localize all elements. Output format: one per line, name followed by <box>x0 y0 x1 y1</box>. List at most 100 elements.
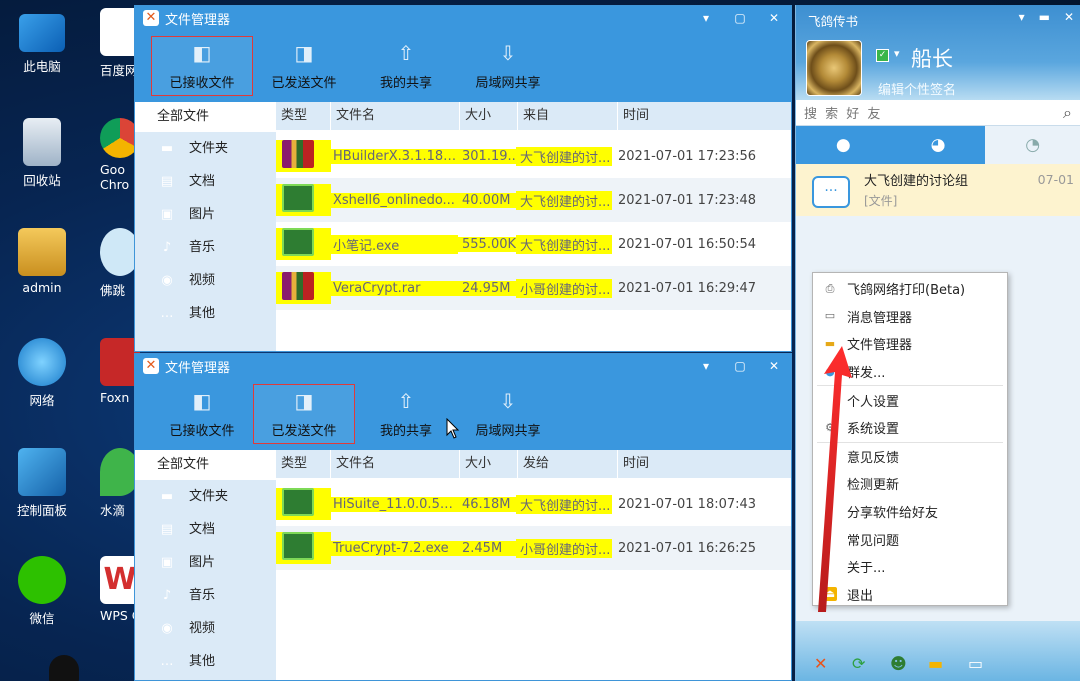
menu-item-exit[interactable]: ⏏ 退出 <box>813 581 1007 609</box>
add-contact-icon[interactable]: ☻ <box>890 654 907 673</box>
sidebar-item-video[interactable]: ◉ 视频 <box>135 612 276 645</box>
sidebar-item-all-files[interactable]: 全部文件 <box>135 450 276 480</box>
menu-item-network-print[interactable]: ⎙ 飞鸽网络打印(Beta) <box>813 275 1007 303</box>
mouse-cursor-icon <box>446 418 460 439</box>
column-header-type[interactable]: 类型 <box>276 102 331 130</box>
minimize-icon[interactable]: ▾ <box>689 11 723 25</box>
table-row[interactable]: 小笔记.exe 555.00K 大飞创建的讨... 2021-07-01 16:… <box>276 222 791 266</box>
avatar[interactable] <box>806 40 862 96</box>
folder-icon[interactable]: ▬ <box>928 654 943 673</box>
gear-icon: ⚙ <box>825 420 835 434</box>
maximize-icon[interactable]: ▢ <box>723 359 757 373</box>
signature-field[interactable]: 编辑个性签名 <box>878 79 956 98</box>
sidebar-item-music[interactable]: ♪ 音乐 <box>135 579 276 612</box>
column-header-from[interactable]: 来自 <box>518 102 618 130</box>
main-menu-icon[interactable]: ✕ <box>814 654 827 673</box>
search-icon[interactable]: ⌕ <box>1063 103 1072 123</box>
received-files-button[interactable]: ◧ 已接收文件 <box>151 384 253 444</box>
minimize-icon[interactable]: ▾ <box>689 359 723 373</box>
skin-icon[interactable]: ▾ <box>1019 10 1025 24</box>
menu-item-personal-settings[interactable]: 个人设置 <box>813 386 1007 414</box>
sidebar-item-documents[interactable]: ▤ 文档 <box>135 513 276 546</box>
tab-groups[interactable]: ◕ <box>891 126 986 164</box>
download-icon: ⇩ <box>499 40 517 65</box>
menu-item-about[interactable]: 关于... <box>813 553 1007 581</box>
my-share-button[interactable]: ⇧ 我的共享 <box>355 36 457 96</box>
maximize-icon[interactable]: ▢ <box>723 11 757 25</box>
sidebar-item-images[interactable]: ▣ 图片 <box>135 198 276 231</box>
status-dropdown-icon[interactable]: ▾ <box>894 47 900 60</box>
sidebar-item-folders[interactable]: ▬ 文件夹 <box>135 480 276 513</box>
menu-item-system-settings[interactable]: ⚙ 系统设置 <box>813 414 1007 442</box>
sidebar-item-images[interactable]: ▣ 图片 <box>135 546 276 579</box>
menu-item-broadcast[interactable]: ● 群发... <box>813 358 1007 386</box>
desktop-icon-network[interactable]: 网络 <box>0 338 88 409</box>
online-status-icon[interactable]: ✓ <box>876 49 889 62</box>
music-icon: ♪ <box>162 240 172 255</box>
desktop-icon-qq[interactable] <box>18 655 110 681</box>
column-header-size[interactable]: 大小 <box>460 102 518 130</box>
file-size: 46.18M <box>458 496 516 512</box>
menu-item-check-update[interactable]: 检测更新 <box>813 470 1007 498</box>
close-icon[interactable]: ✕ <box>757 359 791 373</box>
sidebar-item-other[interactable]: … 其他 <box>135 297 276 330</box>
minimize-icon[interactable]: ▬ <box>1039 10 1050 24</box>
menu-item-feedback[interactable]: 意见反馈 <box>813 443 1007 471</box>
bottom-bar: ✕ ⟳ ☻ ▬ ▭ <box>796 621 1080 681</box>
message-icon[interactable]: ▭ <box>968 654 983 673</box>
close-icon[interactable]: ✕ <box>1064 10 1074 24</box>
column-header-name[interactable]: 文件名 <box>331 450 460 478</box>
desktop-icon-label: 回收站 <box>23 173 61 188</box>
sidebar-item-video[interactable]: ◉ 视频 <box>135 264 276 297</box>
desktop-icon-control-panel[interactable]: 控制面板 <box>0 448 88 519</box>
sidebar-item-other[interactable]: … 其他 <box>135 645 276 678</box>
menu-item-faq[interactable]: 常见问题 <box>813 525 1007 553</box>
table-row[interactable]: TrueCrypt-7.2.exe 2.45M 小哥创建的讨... 2021-0… <box>276 526 791 570</box>
table-row[interactable]: HiSuite_11.0.0.55... 46.18M 大飞创建的讨... 20… <box>276 482 791 526</box>
list-item[interactable]: ··· 大飞创建的讨论组 [文件] 07-01 <box>796 164 1080 216</box>
desktop-icon-admin[interactable]: admin <box>0 228 88 295</box>
desktop-icon-chrome[interactable]: Goo Chro <box>100 118 136 192</box>
desktop-icon-this-pc[interactable]: 此电脑 <box>0 8 88 75</box>
column-header-to[interactable]: 发给 <box>518 450 618 478</box>
friend-search[interactable]: 搜 索 好 友 ⌕ <box>796 100 1080 126</box>
column-header-size[interactable]: 大小 <box>460 450 518 478</box>
search-input[interactable]: 搜 索 好 友 <box>804 103 882 122</box>
received-files-button[interactable]: ◧ 已接收文件 <box>151 36 253 96</box>
sidebar-item-music[interactable]: ♪ 音乐 <box>135 231 276 264</box>
sent-files-button[interactable]: ◨ 已发送文件 <box>253 384 355 444</box>
sidebar-item-label: 视频 <box>189 621 216 636</box>
sidebar-item-all-files[interactable]: 全部文件 <box>135 102 276 132</box>
image-icon: ▣ <box>160 207 174 222</box>
menu-item-icon-placeholder <box>823 393 837 407</box>
menu-item-share-software[interactable]: 分享软件给好友 <box>813 498 1007 526</box>
sent-files-button[interactable]: ◨ 已发送文件 <box>253 36 355 96</box>
menu-item-file-manager[interactable]: ▬ 文件管理器 <box>813 330 1007 358</box>
tab-contacts[interactable]: ● <box>796 126 891 164</box>
table-row[interactable]: HBuilderX.3.1.18.... 301.19... 大飞创建的讨...… <box>276 134 791 178</box>
close-icon[interactable]: ✕ <box>757 11 791 25</box>
column-header-time[interactable]: 时间 <box>618 102 649 130</box>
folder-icon: ▬ <box>160 489 174 504</box>
desktop-icon-recycle-bin[interactable]: 回收站 <box>0 118 88 189</box>
title-bar[interactable]: ✕ 文件管理器 ▾ ▢ ✕ <box>135 6 791 30</box>
menu-item-message-manager[interactable]: ▭ 消息管理器 <box>813 303 1007 331</box>
table-row[interactable]: Xshell6_onlinedo... 40.00M 大飞创建的讨... 202… <box>276 178 791 222</box>
sidebar-item-label: 图片 <box>189 207 216 222</box>
column-header-time[interactable]: 时间 <box>618 450 649 478</box>
my-share-button[interactable]: ⇧ 我的共享 <box>355 384 457 444</box>
lan-share-button[interactable]: ⇩ 局域网共享 <box>457 36 559 96</box>
file-size: 40.00M <box>458 192 516 208</box>
column-header-type[interactable]: 类型 <box>276 450 331 478</box>
file-to: 小哥创建的讨... <box>516 538 612 558</box>
column-header-name[interactable]: 文件名 <box>331 102 460 130</box>
sidebar-item-folders[interactable]: ▬ 文件夹 <box>135 132 276 165</box>
sidebar-item-documents[interactable]: ▤ 文档 <box>135 165 276 198</box>
lan-share-button[interactable]: ⇩ 局域网共享 <box>457 384 559 444</box>
table-row[interactable]: VeraCrypt.rar 24.95M 小哥创建的讨... 2021-07-0… <box>276 266 791 310</box>
title-bar[interactable]: ✕ 文件管理器 ▾ ▢ ✕ <box>135 354 791 378</box>
qq-icon <box>49 655 79 681</box>
refresh-icon[interactable]: ⟳ <box>852 654 865 673</box>
tab-recent[interactable]: ◔ <box>985 126 1080 164</box>
desktop-icon-wechat[interactable]: 微信 <box>0 556 88 627</box>
